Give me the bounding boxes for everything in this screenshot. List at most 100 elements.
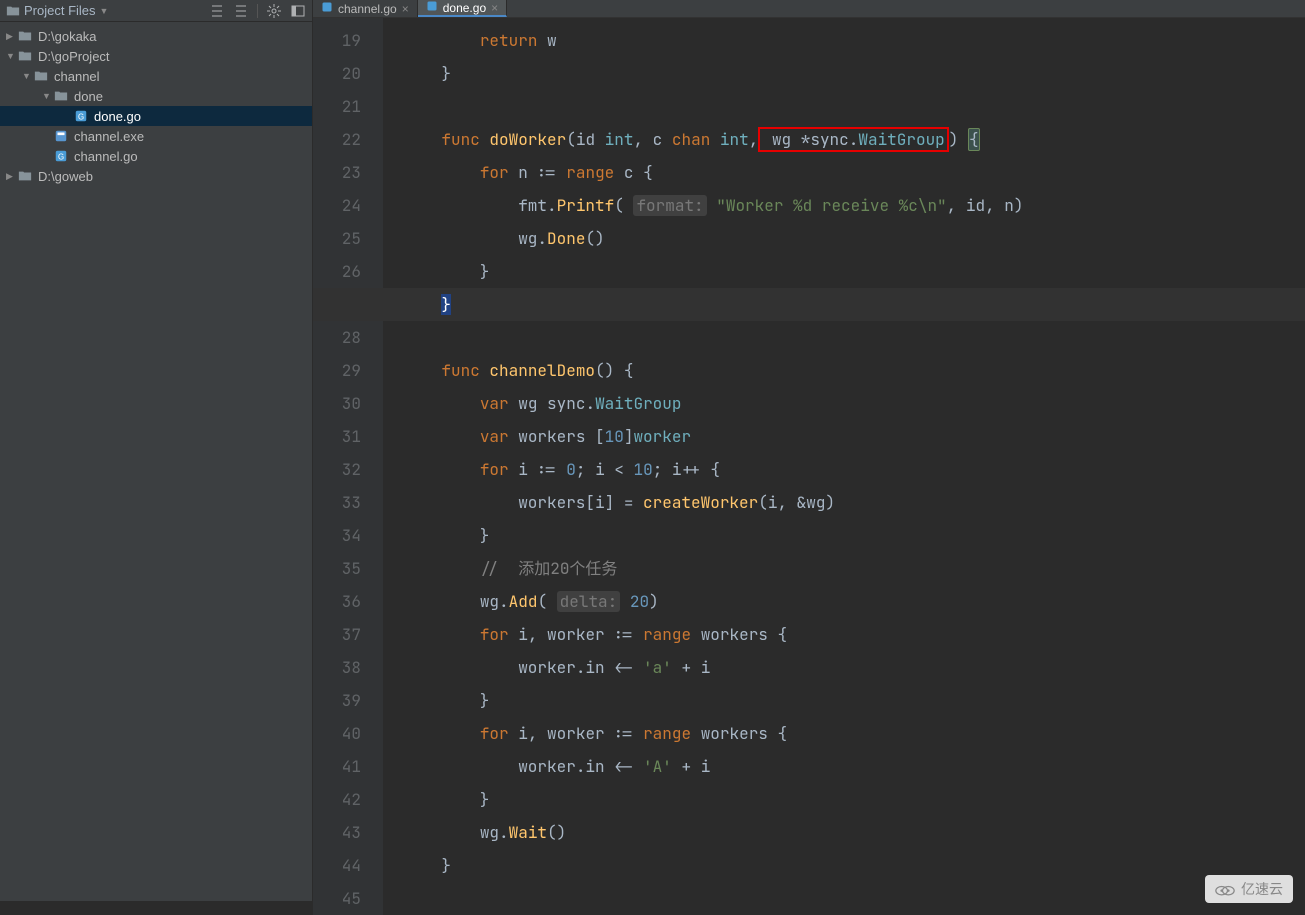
code-line[interactable]: wg.Wait() — [383, 816, 1305, 849]
editor-area: channel.go×done.go× 19202122232425262728… — [313, 0, 1305, 901]
line-number: 31 — [313, 420, 361, 453]
tree-item[interactable]: ▼ done — [0, 86, 312, 106]
editor-tab[interactable]: channel.go × — [313, 0, 418, 17]
line-number: 30 — [313, 387, 361, 420]
code-line[interactable] — [383, 90, 1305, 123]
line-number: 38 — [313, 651, 361, 684]
line-number: 40 — [313, 717, 361, 750]
line-number: 26 — [313, 255, 361, 288]
tree-item-label: done.go — [94, 109, 141, 124]
tree-arrow-icon[interactable]: ▼ — [6, 51, 16, 61]
folder-icon — [34, 69, 50, 83]
tab-label: channel.go — [338, 2, 397, 16]
watermark: 亿速云 — [1205, 875, 1293, 903]
code-line[interactable] — [383, 321, 1305, 354]
code-line[interactable]: for i := 0; i < 10; i++ { — [383, 453, 1305, 486]
code-line[interactable]: worker.in <- 'A' + i — [383, 750, 1305, 783]
code-editor[interactable]: 1920212223242526272829303132333435363738… — [313, 18, 1305, 915]
editor-tabs: channel.go×done.go× — [313, 0, 1305, 18]
watermark-text: 亿速云 — [1241, 879, 1283, 899]
code-line[interactable]: func doWorker(id int, c chan int, wg *sy… — [383, 123, 1305, 156]
line-number: 32 — [313, 453, 361, 486]
line-number-gutter: 1920212223242526272829303132333435363738… — [313, 18, 383, 915]
code-line[interactable]: } — [383, 288, 1305, 321]
tree-item-label: D:\gokaka — [38, 29, 97, 44]
project-tree[interactable]: ▶D:\gokaka▼D:\goProject▼channel▼doneGdon… — [0, 22, 312, 901]
tree-item-label: channel — [54, 69, 100, 84]
go-file-icon — [426, 0, 438, 15]
code-line[interactable]: for i, worker := range workers { — [383, 717, 1305, 750]
code-line[interactable]: wg.Add( delta: 20) — [383, 585, 1305, 618]
tree-arrow-icon[interactable]: ▶ — [6, 31, 16, 42]
line-number: 35 — [313, 552, 361, 585]
collapse-right-icon[interactable] — [209, 3, 225, 19]
collapse-left-icon[interactable] — [233, 3, 249, 19]
tree-item-label: channel.exe — [74, 129, 144, 144]
hide-sidebar-icon[interactable] — [290, 3, 306, 19]
line-number: 37 — [313, 618, 361, 651]
code-line[interactable]: // 添加20个任务 — [383, 552, 1305, 585]
code-line[interactable]: worker.in <- 'a' + i — [383, 651, 1305, 684]
exe-icon — [54, 129, 70, 143]
tree-item[interactable]: Gchannel.go — [0, 146, 312, 166]
line-number: 29 — [313, 354, 361, 387]
code-line[interactable]: } — [383, 519, 1305, 552]
line-number: 19 — [313, 24, 361, 57]
go-icon: G — [74, 109, 90, 123]
tree-item[interactable]: Gdone.go — [0, 106, 312, 126]
tree-arrow-icon[interactable]: ▶ — [6, 171, 16, 182]
line-number: 34 — [313, 519, 361, 552]
code-line[interactable]: } — [383, 684, 1305, 717]
close-tab-icon[interactable]: × — [491, 1, 498, 15]
tree-arrow-icon[interactable]: ▼ — [42, 91, 52, 101]
line-number: 44 — [313, 849, 361, 882]
tree-item[interactable]: ▼ D:\goProject — [0, 46, 312, 66]
line-number: 25 — [313, 222, 361, 255]
sidebar-header: Project Files ▼ — [0, 0, 312, 22]
divider — [257, 4, 258, 18]
line-number: 39 — [313, 684, 361, 717]
code-line[interactable]: } — [383, 255, 1305, 288]
sidebar-title: Project Files — [24, 3, 96, 18]
tree-item-label: D:\goProject — [38, 49, 110, 64]
go-icon: G — [54, 149, 70, 163]
svg-text:G: G — [58, 153, 64, 162]
tree-item[interactable]: ▶ D:\gokaka — [0, 26, 312, 46]
code-line[interactable]: func channelDemo() { — [383, 354, 1305, 387]
line-number: 22 — [313, 123, 361, 156]
code-line[interactable]: workers[i] = createWorker(i, &wg) — [383, 486, 1305, 519]
code-line[interactable]: fmt.Printf( format: "Worker %d receive %… — [383, 189, 1305, 222]
editor-tab[interactable]: done.go× — [418, 0, 507, 17]
line-number: 42 — [313, 783, 361, 816]
code-line[interactable] — [383, 882, 1305, 915]
close-tab-icon[interactable]: × — [402, 2, 409, 16]
folder-icon — [18, 169, 34, 183]
line-number: 45 — [313, 882, 361, 915]
dropdown-arrow-icon[interactable]: ▼ — [100, 6, 109, 16]
tree-item-label: done — [74, 89, 103, 104]
code-line[interactable]: var workers [10]worker — [383, 420, 1305, 453]
line-number: 36 — [313, 585, 361, 618]
code-line[interactable]: } — [383, 57, 1305, 90]
folder-icon — [18, 29, 34, 43]
line-number: 33 — [313, 486, 361, 519]
svg-text:G: G — [78, 113, 84, 122]
code-line[interactable]: return w — [383, 24, 1305, 57]
code-line[interactable]: for i, worker := range workers { — [383, 618, 1305, 651]
line-number: 41 — [313, 750, 361, 783]
tree-item-label: D:\goweb — [38, 169, 93, 184]
project-sidebar: Project Files ▼ ▶D:\gokaka▼D:\goProject▼… — [0, 0, 313, 901]
code-line[interactable]: wg.Done() — [383, 222, 1305, 255]
code-line[interactable]: var wg sync.WaitGroup — [383, 387, 1305, 420]
tree-item[interactable]: channel.exe — [0, 126, 312, 146]
gear-icon[interactable] — [266, 3, 282, 19]
line-number: 21 — [313, 90, 361, 123]
code-line[interactable]: } — [383, 783, 1305, 816]
code-line[interactable]: for n := range c { — [383, 156, 1305, 189]
tree-item[interactable]: ▶ D:\goweb — [0, 166, 312, 186]
code-line[interactable]: } — [383, 849, 1305, 882]
line-number: 43 — [313, 816, 361, 849]
code-content[interactable]: return w } func doWorker(id int, c chan … — [383, 18, 1305, 915]
tree-arrow-icon[interactable]: ▼ — [22, 71, 32, 81]
tree-item[interactable]: ▼ channel — [0, 66, 312, 86]
